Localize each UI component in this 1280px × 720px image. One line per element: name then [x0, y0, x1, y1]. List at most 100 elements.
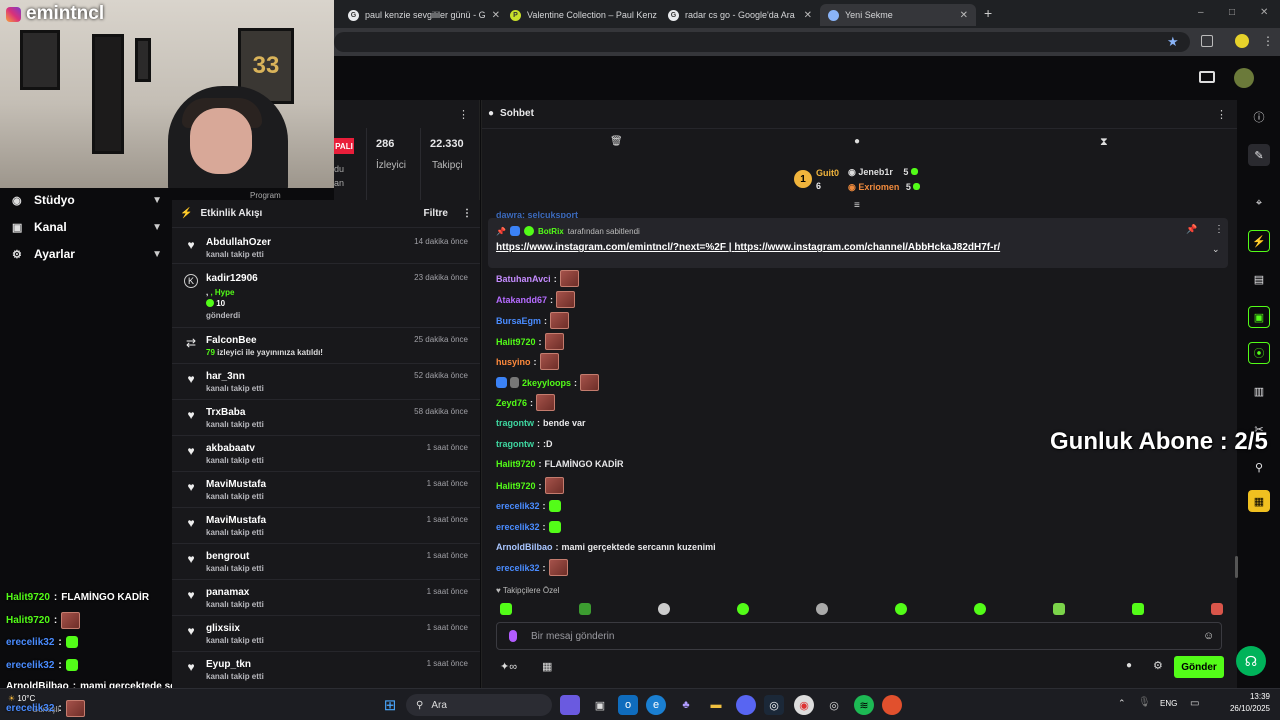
obs-icon[interactable]: ◎: [824, 695, 844, 715]
emoji-icon[interactable]: ☺: [1203, 630, 1214, 642]
info-icon[interactable]: ⓘ: [1248, 106, 1270, 128]
sidebar-item-settings[interactable]: ⚙ Ayarlar ▼: [12, 245, 162, 263]
tools-icon[interactable]: ✦∞: [500, 660, 517, 673]
maximize-button[interactable]: □: [1229, 7, 1235, 18]
emote-image[interactable]: [1053, 603, 1065, 615]
chat-bubble-icon[interactable]: ●: [1126, 660, 1132, 671]
copilot-icon[interactable]: [560, 695, 580, 715]
clock-date[interactable]: 26/10/2025: [1212, 704, 1270, 713]
windows-start-icon[interactable]: ⊞: [380, 695, 400, 715]
share-icon[interactable]: ⚲: [1248, 456, 1270, 478]
mic-icon[interactable]: 🎙: [1138, 697, 1151, 708]
chat-bubble-icon[interactable]: ▣: [1248, 306, 1270, 328]
send-button[interactable]: Gönder: [1174, 656, 1224, 678]
activity-item: ⇄ FalconBee 79 izleyici ile yayınınıza kat…: [172, 330, 480, 364]
emote-image[interactable]: [1132, 603, 1144, 615]
viewer-label: İzleyici: [376, 160, 407, 171]
unpin-icon[interactable]: 📌: [1186, 224, 1197, 235]
silver-medal-icon: ◉: [848, 167, 856, 177]
close-icon[interactable]: ✕: [492, 10, 500, 21]
folder-icon[interactable]: ▬: [706, 695, 726, 715]
heart-icon: ♥: [187, 372, 195, 386]
emote-image[interactable]: [816, 603, 828, 615]
profile-icon[interactable]: [1235, 34, 1249, 48]
support-chat-icon[interactable]: ☊: [1236, 646, 1266, 676]
leaderboard-first-score: 6: [816, 181, 822, 191]
webcam-overlay: 33 emintncl: [0, 0, 334, 188]
browser-tab-3[interactable]: Gradar cs go - Google'da Ara ✕: [660, 4, 820, 26]
browser-tab-1[interactable]: Gpaul kenzie sevgililer günü - G ✕: [340, 4, 502, 26]
pinned-link-2[interactable]: https://www.instagram.com/channel/AbbHck…: [734, 242, 1000, 253]
new-tab-button[interactable]: +: [984, 5, 992, 21]
task-view-icon[interactable]: ▣: [590, 695, 610, 715]
sidebar-item-studio[interactable]: ◉ Stüdyo ▼: [12, 191, 162, 209]
sidebar-item-channel[interactable]: ▣ Kanal ▼: [12, 218, 162, 236]
edit-icon[interactable]: ✎: [1248, 144, 1270, 166]
spotify-icon[interactable]: ≋: [854, 695, 874, 715]
scan-icon[interactable]: ⌖: [1248, 192, 1270, 214]
emote-image[interactable]: [1211, 603, 1223, 615]
broadcast-icon[interactable]: ⦿: [1248, 342, 1270, 364]
extensions-icon[interactable]: [1201, 35, 1213, 47]
emote-image[interactable]: [895, 603, 907, 615]
heart-icon: ♥: [187, 444, 195, 458]
store-icon[interactable]: ▦: [542, 660, 552, 673]
chat-message: Atakandd67:: [496, 291, 576, 308]
mic-icon[interactable]: [509, 630, 517, 642]
hourglass-icon[interactable]: ⧗: [1100, 136, 1108, 149]
streamer-name: emintncl: [6, 3, 104, 25]
chat-header: ● Sohbet: [488, 108, 534, 119]
clapper-icon[interactable]: ▦: [1248, 490, 1270, 512]
pinned-link-1[interactable]: https://www.instagram.com/emintncl/?next…: [496, 242, 726, 253]
chat-bubble-icon[interactable]: ●: [854, 136, 860, 147]
discord-icon[interactable]: [736, 695, 756, 715]
kick-coin-icon: [910, 168, 918, 175]
pinned-menu-icon[interactable]: ⋮: [1214, 224, 1224, 235]
avatar[interactable]: [1234, 68, 1254, 88]
bookmark-star-icon[interactable]: ★: [1167, 34, 1179, 50]
app-icon[interactable]: [882, 695, 902, 715]
minimize-button[interactable]: –: [1198, 7, 1204, 18]
browser-menu-icon[interactable]: ⋮: [1262, 34, 1274, 48]
layout-icon[interactable]: ▥: [1248, 380, 1270, 402]
language-indicator[interactable]: ENG: [1160, 699, 1177, 708]
emote-image[interactable]: [500, 603, 512, 615]
partial-label: du: [334, 164, 345, 174]
teams-icon[interactable]: ♣: [676, 695, 696, 715]
steam-icon[interactable]: ◎: [764, 695, 784, 715]
outlook-icon[interactable]: o: [618, 695, 638, 715]
wall-poster: [20, 30, 60, 90]
google-icon: G: [668, 9, 679, 21]
close-icon[interactable]: ✕: [804, 10, 812, 21]
filter-button[interactable]: Filtre: [424, 208, 448, 219]
lightning-icon[interactable]: ⚡: [1248, 230, 1270, 252]
stats-menu-icon[interactable]: ⋮: [458, 108, 469, 121]
activity-menu-icon[interactable]: ⋮: [462, 208, 472, 219]
chevron-down-icon[interactable]: ⌄: [1212, 244, 1220, 255]
browser-tab-4[interactable]: Yeni Sekme ✕: [820, 4, 976, 26]
right-rail: ⓘ ✎ ⌖ ⚡ ▤ ▣ ⦿ ▥ ✂ ⚲ ▦ ☊: [1236, 100, 1280, 688]
emote-image[interactable]: [658, 603, 670, 615]
browser-tab-2[interactable]: PValentine Collection – Paul Kenz✕: [502, 4, 658, 26]
emote-image[interactable]: [974, 603, 986, 615]
trash-icon[interactable]: 🗑: [610, 136, 623, 147]
expand-icon[interactable]: ≡: [854, 200, 860, 211]
network-icon[interactable]: ▭: [1190, 698, 1199, 709]
taskbar-search[interactable]: ⚲ Ara: [406, 694, 552, 716]
chevron-up-icon[interactable]: ⌃: [1118, 698, 1126, 709]
emote-image: [65, 700, 85, 717]
emote-image[interactable]: [579, 603, 591, 615]
raid-icon: ⇄: [185, 336, 197, 350]
edge-icon[interactable]: e: [646, 695, 666, 715]
mod-view-icon[interactable]: [1199, 71, 1215, 83]
emote-image[interactable]: [737, 603, 749, 615]
clock-time[interactable]: 13:39: [1220, 692, 1270, 701]
notes-icon[interactable]: ▤: [1248, 268, 1270, 290]
chat-menu-icon[interactable]: ⋮: [1216, 108, 1227, 121]
address-bar[interactable]: [334, 32, 1190, 52]
chrome-icon[interactable]: ◉: [794, 695, 814, 715]
close-icon[interactable]: ✕: [960, 10, 968, 21]
chat-input[interactable]: Bir mesaj gönderin ☺: [496, 622, 1222, 650]
close-window-button[interactable]: ✕: [1260, 7, 1268, 18]
gear-icon[interactable]: ⚙: [1153, 659, 1163, 672]
